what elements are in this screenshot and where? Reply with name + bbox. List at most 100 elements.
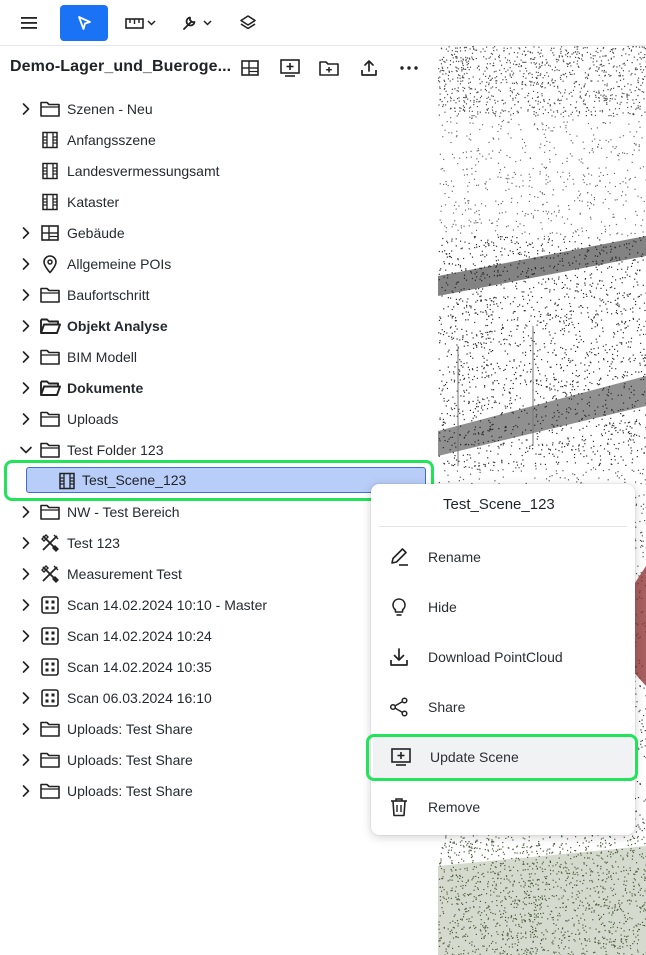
folder-icon	[39, 98, 61, 120]
new-folder-icon[interactable]	[317, 56, 341, 80]
layers-button[interactable]	[230, 5, 266, 41]
chevron-right-icon[interactable]	[19, 660, 33, 674]
chevron-right-icon[interactable]	[19, 505, 33, 519]
share-menu-item[interactable]: Share	[371, 686, 635, 728]
tree-item[interactable]: Uploads	[0, 403, 438, 434]
folder-icon	[39, 346, 61, 368]
measure-tools-icon	[39, 532, 61, 554]
tree-item-label: Scan 14.02.2024 10:24	[67, 627, 212, 644]
ruler-icon	[124, 15, 158, 31]
tree-item-label: Uploads: Test Share	[67, 720, 193, 737]
menu-item-label: Remove	[428, 799, 481, 815]
location-pin-icon	[39, 253, 61, 275]
chevron-right-icon[interactable]	[19, 381, 33, 395]
tree-item[interactable]: Baufortschritt	[0, 279, 438, 310]
tree-item[interactable]: Anfangsszene	[0, 124, 438, 155]
chevron-down-icon[interactable]	[19, 443, 33, 457]
update-scene-highlight-outline	[366, 734, 638, 781]
more-icon[interactable]	[397, 56, 421, 80]
chevron-right-icon[interactable]	[19, 257, 33, 271]
chevron-right-icon[interactable]	[19, 567, 33, 581]
tree-item-label: Scan 06.03.2024 16:10	[67, 689, 212, 706]
chevron-right-icon[interactable]	[19, 691, 33, 705]
tree-item[interactable]: Landesvermessungsamt	[0, 155, 438, 186]
rename-menu-item[interactable]: Rename	[371, 536, 635, 578]
context-menu: Test_Scene_123 Rename Hide Download Poin…	[371, 484, 635, 835]
measure-tool-button[interactable]	[120, 5, 162, 41]
chevron-right-icon[interactable]	[19, 288, 33, 302]
chevron-right-icon[interactable]	[19, 412, 33, 426]
scan-grid-icon	[39, 687, 61, 709]
project-header: Demo-Lager_und_Bueroge...	[0, 46, 438, 90]
pointer-arrow-icon	[75, 14, 93, 32]
tree-item-label: Measurement Test	[67, 565, 182, 582]
tree-item-label: Baufortschritt	[67, 286, 150, 303]
tree-item-test-scene-123[interactable]: Test_Scene_123	[26, 467, 426, 493]
upload-icon[interactable]	[357, 56, 381, 80]
tree-item-label: Test Folder 123	[67, 441, 164, 458]
menu-item-label: Download PointCloud	[428, 649, 563, 665]
tree-item-label: Szenen - Neu	[67, 100, 153, 117]
tree-item-label: Scan 14.02.2024 10:10 - Master	[67, 596, 268, 613]
add-scene-icon[interactable]	[278, 56, 302, 80]
scan-grid-icon	[39, 594, 61, 616]
chevron-right-icon[interactable]	[19, 226, 33, 240]
tree-item-label: Scan 14.02.2024 10:35	[67, 658, 212, 675]
tree-item-label: Uploads	[67, 410, 119, 427]
tree-item[interactable]: Allgemeine POIs	[0, 248, 438, 279]
hide-menu-item[interactable]: Hide	[371, 586, 635, 628]
lightbulb-icon	[387, 595, 411, 619]
remove-menu-item[interactable]: Remove	[371, 786, 635, 828]
project-title: Demo-Lager_und_Bueroge...	[10, 58, 232, 75]
tree-item-label: Landesvermessungsamt	[67, 162, 220, 179]
trash-icon	[387, 795, 411, 819]
folder-icon	[39, 780, 61, 802]
menu-button[interactable]	[11, 5, 47, 41]
chevron-right-icon[interactable]	[19, 753, 33, 767]
tree-item-label: Test_Scene_123	[82, 472, 187, 488]
folder-open-icon	[39, 377, 61, 399]
tools-button[interactable]	[176, 5, 218, 41]
measure-tools-icon	[39, 563, 61, 585]
tree-item-label: Dokumente	[67, 379, 144, 396]
tree-item[interactable]: Dokumente	[0, 372, 438, 403]
hamburger-menu-icon	[20, 16, 38, 30]
film-icon	[39, 129, 61, 151]
tree-item[interactable]: Kataster	[0, 186, 438, 217]
tree-item[interactable]: BIM Modell	[0, 341, 438, 372]
chevron-right-icon[interactable]	[19, 102, 33, 116]
tree-item[interactable]: Objekt Analyse	[0, 310, 438, 341]
tree-item-label: Test 123	[67, 534, 120, 551]
tree-item-label: Anfangsszene	[67, 131, 156, 148]
download-pointcloud-menu-item[interactable]: Download PointCloud	[371, 636, 635, 678]
menu-item-label: Hide	[428, 599, 457, 615]
top-toolbar	[0, 0, 646, 46]
film-icon	[39, 191, 61, 213]
chevron-right-icon[interactable]	[19, 319, 33, 333]
context-menu-divider	[379, 526, 627, 527]
chevron-right-icon[interactable]	[19, 598, 33, 612]
folder-icon	[39, 501, 61, 523]
folder-icon	[39, 408, 61, 430]
chevron-right-icon[interactable]	[19, 536, 33, 550]
chevron-right-icon[interactable]	[19, 629, 33, 643]
menu-item-label: Rename	[428, 549, 481, 565]
chevron-right-icon[interactable]	[19, 722, 33, 736]
download-icon	[387, 645, 411, 669]
folder-icon	[39, 284, 61, 306]
folder-icon	[39, 439, 61, 461]
grid-layout-icon[interactable]	[238, 56, 262, 80]
tree-item-label: Allgemeine POIs	[67, 255, 172, 272]
select-tool-button[interactable]	[60, 5, 108, 41]
tree-item[interactable]: Szenen - Neu	[0, 93, 438, 124]
folder-icon	[39, 718, 61, 740]
tree-item[interactable]: Gebäude	[0, 217, 438, 248]
scan-grid-icon	[39, 656, 61, 678]
building-plan-icon	[39, 222, 61, 244]
chevron-right-icon[interactable]	[19, 784, 33, 798]
menu-item-label: Share	[428, 699, 466, 715]
tree-item-label: NW - Test Bereich	[67, 503, 180, 520]
context-menu-title: Test_Scene_123	[443, 496, 555, 513]
chevron-right-icon[interactable]	[19, 350, 33, 364]
scan-grid-icon	[39, 625, 61, 647]
